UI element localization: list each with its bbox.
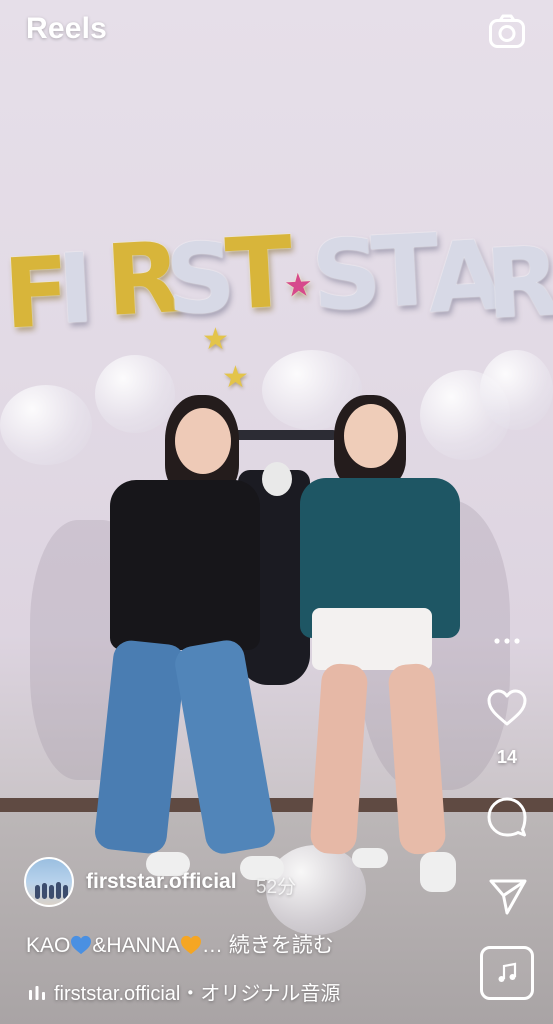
orange-heart-icon <box>180 935 201 955</box>
reels-screen: F I R S T ★ S T A R ★ ★ Reels 14 firstst… <box>0 0 553 1024</box>
like-count: 14 <box>496 747 518 767</box>
avatar-figure <box>56 882 61 899</box>
clear-balloon <box>0 385 92 465</box>
face <box>175 408 231 474</box>
audio-attribution[interactable]: firststar.official・オリジナル音源 <box>28 977 340 1006</box>
balloon-letter: I <box>55 232 97 346</box>
baseboard <box>0 798 553 812</box>
audio-bars-icon <box>29 986 45 1000</box>
camera-button[interactable] <box>488 13 526 51</box>
caption-ellipsis: … <box>201 934 223 957</box>
like-button[interactable] <box>486 688 528 728</box>
sweater <box>110 480 260 650</box>
shorts <box>312 608 432 670</box>
balloon-letter: R <box>483 225 553 341</box>
avatar[interactable] <box>24 857 74 907</box>
username-link[interactable]: firststar.official <box>86 870 237 894</box>
comment-bubble-icon <box>487 797 527 837</box>
post-time: 52分 <box>256 877 297 898</box>
avatar-figure <box>35 885 40 899</box>
shoe <box>352 848 388 868</box>
camera-icon <box>489 14 525 48</box>
blue-heart-icon <box>71 935 92 955</box>
balloon-star: ★ <box>283 265 314 305</box>
skull-mask <box>262 462 292 496</box>
heart-icon <box>487 689 527 726</box>
reel-video[interactable]: F I R S T ★ S T A R ★ ★ <box>0 0 553 1024</box>
clear-balloon <box>95 355 175 433</box>
caption-text: KAO <box>26 934 71 957</box>
face <box>344 404 398 468</box>
audio-artist: firststar.official <box>54 983 181 1005</box>
caption-text: &HANNA <box>92 934 180 957</box>
star-balloon-icon: ★ <box>202 323 229 356</box>
more-dots-icon <box>494 638 520 644</box>
more-options-button[interactable] <box>488 628 526 654</box>
comment-button[interactable] <box>486 796 528 838</box>
paper-plane-icon <box>489 879 527 915</box>
avatar-figure <box>63 885 68 899</box>
read-more-link[interactable]: 続きを読む <box>229 934 334 957</box>
audio-page-button[interactable] <box>480 946 534 1000</box>
star-balloon-icon: ★ <box>222 361 249 394</box>
caption[interactable]: KAO &HANNA … 続きを読む <box>26 929 456 959</box>
shelf <box>222 430 337 440</box>
audio-track: オリジナル音源 <box>200 983 341 1005</box>
avatar-figure <box>49 885 54 899</box>
balloon-letters: F I R S T ★ S T A R <box>0 213 553 350</box>
clear-balloon <box>480 350 553 430</box>
audio-separator: ・ <box>180 983 201 1005</box>
page-title: Reels <box>26 12 108 45</box>
share-button[interactable] <box>488 878 528 916</box>
music-note-icon <box>498 962 517 982</box>
shoe <box>420 852 456 892</box>
avatar-figure <box>42 883 47 899</box>
